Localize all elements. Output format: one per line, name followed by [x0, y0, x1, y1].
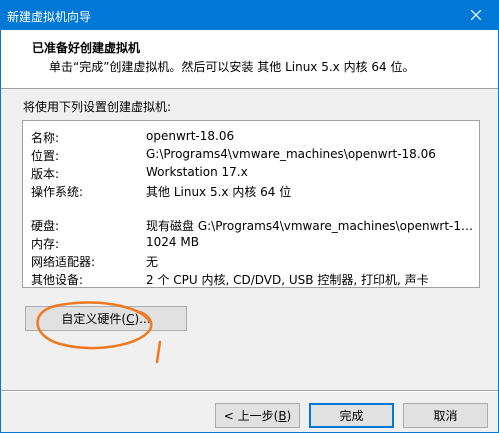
- summary-row: 网络适配器: 无: [31, 253, 471, 271]
- summary-value: 2 个 CPU 内核, CD/DVD, USB 控制器, 打印机, 声卡: [146, 273, 429, 287]
- summary-row: 其他设备: 2 个 CPU 内核, CD/DVD, USB 控制器, 打印机, …: [31, 271, 471, 289]
- close-icon: [471, 10, 481, 20]
- summary-value: 1024 MB: [146, 235, 199, 249]
- customize-suffix: )...: [134, 311, 151, 326]
- summary-row: 操作系统: 其他 Linux 5.x 内核 64 位: [31, 183, 471, 201]
- header-subtitle: 单击“完成”创建虚拟机。然后可以安装 其他 Linux 5.x 内核 64 位。: [49, 60, 415, 74]
- summary-row: 名称: openwrt-18.06: [31, 129, 471, 147]
- summary-list: 名称: openwrt-18.06 位置: G:\Programs4\vmwar…: [22, 120, 480, 288]
- summary-key: 版本:: [31, 167, 60, 181]
- summary-key: 名称:: [31, 131, 60, 145]
- back-button[interactable]: < 上一步(B): [215, 403, 300, 428]
- summary-value: G:\Programs4\vmware_machines\openwrt-18.…: [146, 147, 436, 161]
- summary-key: 操作系统:: [31, 185, 84, 199]
- summary-row: 内存: 1024 MB: [31, 235, 471, 253]
- wizard-window: 已准备好创建虚拟机 单击“完成”创建虚拟机。然后可以安装 其他 Linux 5.…: [0, 30, 499, 433]
- customize-label: 自定义硬件(: [61, 312, 127, 326]
- summary-key: 内存:: [31, 237, 60, 251]
- customize-hardware-button[interactable]: 自定义硬件(C)...: [25, 306, 187, 331]
- summary-value: Workstation 17.x: [146, 165, 248, 179]
- summary-row: 版本: Workstation 17.x: [31, 165, 471, 183]
- header-title: 已准备好创建虚拟机: [32, 41, 141, 55]
- title-bar[interactable]: 新建虚拟机向导: [0, 0, 499, 30]
- back-suffix: ): [286, 408, 292, 423]
- back-mnemonic: B: [278, 408, 287, 423]
- finish-button[interactable]: 完成: [309, 403, 394, 428]
- customize-mnemonic: C: [126, 311, 135, 326]
- window-title: 新建虚拟机向导: [7, 10, 92, 24]
- summary-row: 硬盘: 现有磁盘 G:\Programs4\vmware_machines\op…: [31, 217, 476, 235]
- summary-value: openwrt-18.06: [146, 129, 235, 143]
- footer-separator: [1, 390, 498, 392]
- summary-intro: 将使用下列设置创建虚拟机:: [23, 100, 172, 114]
- close-button[interactable]: [453, 0, 499, 30]
- summary-key: 硬盘:: [31, 219, 60, 233]
- wizard-header: 已准备好创建虚拟机 单击“完成”创建虚拟机。然后可以安装 其他 Linux 5.…: [1, 30, 498, 89]
- summary-key: 其他设备:: [31, 273, 84, 287]
- cancel-button[interactable]: 取消: [403, 403, 488, 428]
- summary-value: 其他 Linux 5.x 内核 64 位: [146, 185, 292, 199]
- summary-key: 位置:: [31, 149, 60, 163]
- summary-key: 网络适配器:: [31, 255, 96, 269]
- summary-value: 现有磁盘 G:\Programs4\vmware_machines\openwr…: [146, 219, 476, 233]
- back-label: < 上一步(: [223, 409, 279, 423]
- summary-value: 无: [146, 255, 159, 269]
- summary-row: 位置: G:\Programs4\vmware_machines\openwrt…: [31, 147, 471, 165]
